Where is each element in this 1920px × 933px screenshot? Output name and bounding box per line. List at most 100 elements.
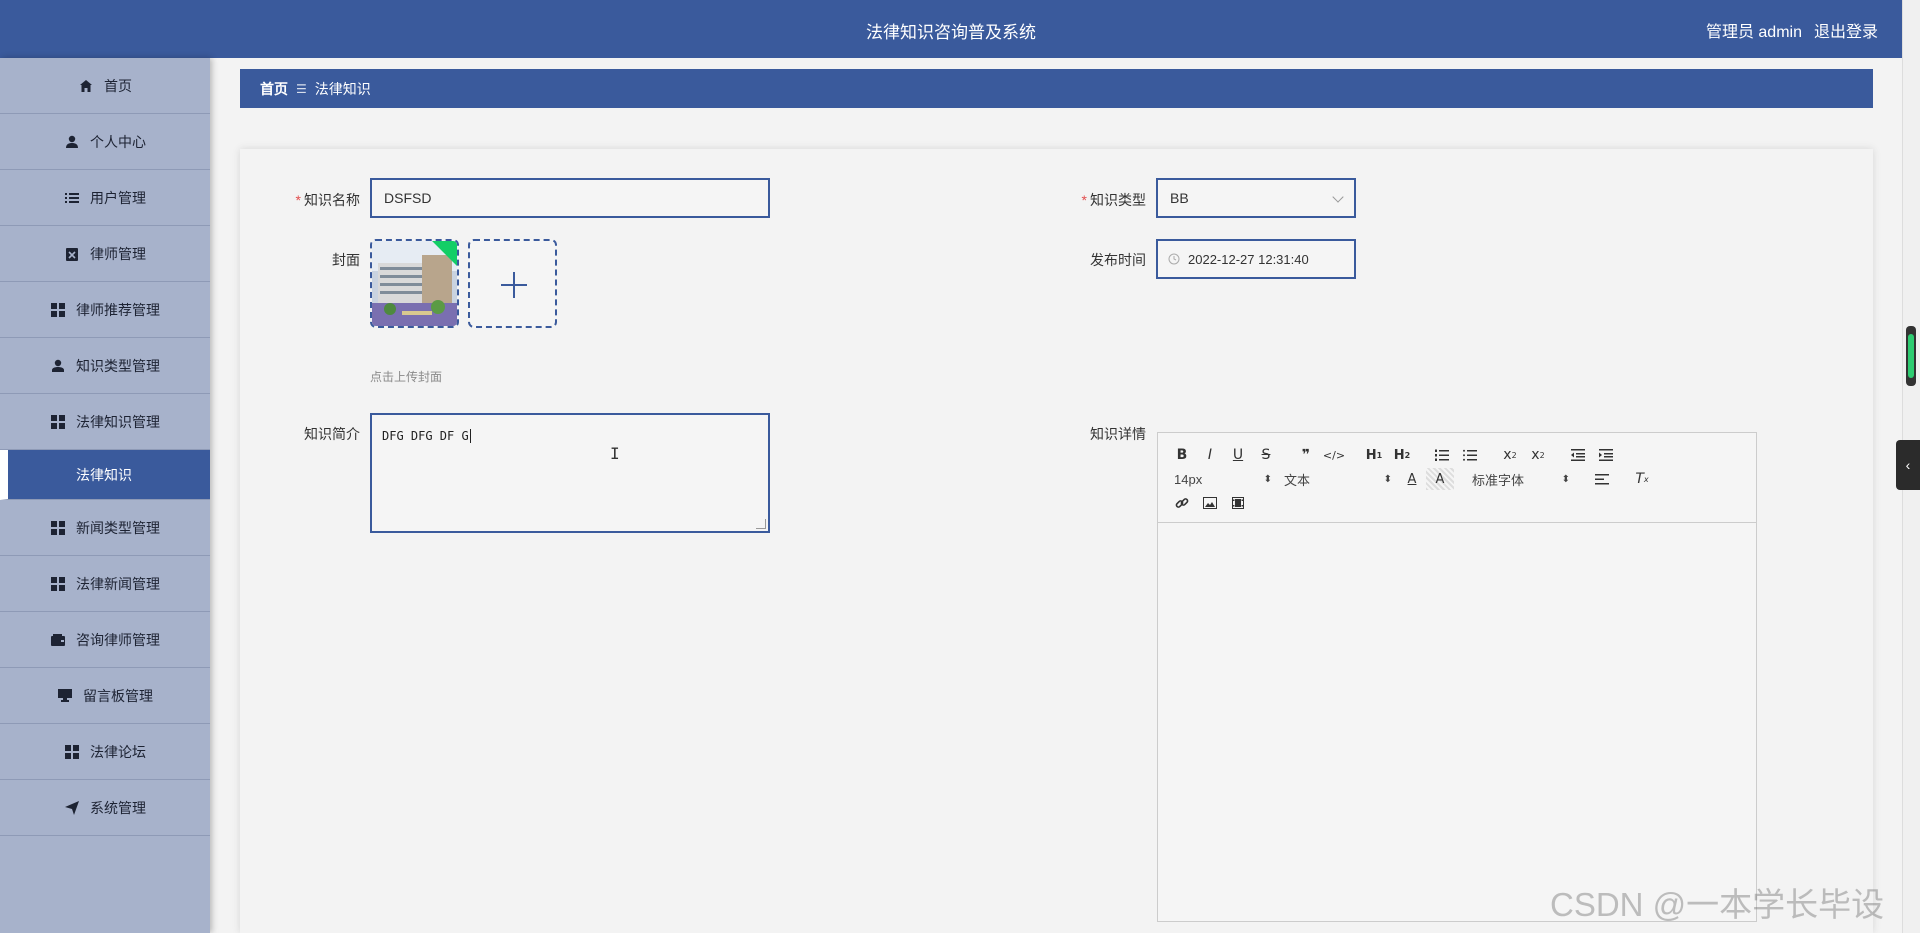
breadcrumb-home[interactable]: 首页 (260, 79, 288, 99)
editor-content-area[interactable] (1158, 523, 1756, 921)
code-block-icon[interactable]: </> (1320, 444, 1348, 466)
sidebar-item-law-knowledge[interactable]: 法律知识 (0, 450, 210, 500)
select-arrows-icon: ⬍ (1263, 473, 1272, 485)
sidebar-item-law-forum[interactable]: 法律论坛 (0, 724, 210, 780)
type-label: * 知识类型 (1081, 192, 1146, 208)
watermark: CSDN @一本学长毕设 (1550, 886, 1885, 923)
font-size-select[interactable]: 14px ⬍ (1168, 472, 1278, 487)
current-user: 管理员 admin (1705, 24, 1802, 41)
knowledge-name-input[interactable]: DSFSD (370, 178, 770, 218)
sidebar-item-profile[interactable]: 个人中心 (0, 114, 210, 170)
grid-icon (50, 520, 66, 536)
sidebar-item-label: 新闻类型管理 (76, 519, 160, 536)
user-area: 管理员 admin 退出登录 (1706, 18, 1878, 42)
sidebar-item-label: 法律新闻管理 (76, 575, 160, 592)
clock-icon (1168, 253, 1180, 265)
cover-upload-button[interactable] (468, 239, 557, 328)
video-icon[interactable] (1224, 492, 1252, 514)
cover-thumbnail[interactable] (370, 239, 459, 328)
breadcrumb-separator-icon: ☰ (296, 81, 307, 96)
breadcrumb: 首页 ☰ 法律知识 (240, 69, 1873, 108)
user-tie-icon (50, 358, 66, 374)
required-marker: * (1081, 192, 1087, 208)
name-label: * 知识名称 (295, 192, 360, 208)
image-icon[interactable] (1196, 492, 1224, 514)
sidebar-item-label: 咨询律师管理 (76, 631, 160, 648)
top-bar: 法律知识咨询普及系统 管理员 admin 退出登录 (0, 0, 1902, 58)
sidebar-item-news-type[interactable]: 新闻类型管理 (0, 500, 210, 556)
sidebar-item-label: 律师管理 (90, 245, 146, 262)
superscript-icon[interactable]: x2 (1524, 444, 1552, 466)
knowledge-type-select[interactable]: BB (1156, 178, 1356, 218)
knowledge-intro-textarea[interactable]: DFG DFG DF G (370, 413, 770, 533)
detail-label: 知识详情 (1090, 426, 1146, 442)
link-icon[interactable] (1168, 492, 1196, 514)
sidebar-item-users[interactable]: 用户管理 (0, 170, 210, 226)
sidebar-item-message-board[interactable]: 留言板管理 (0, 668, 210, 724)
sidebar-item-label: 首页 (104, 77, 132, 94)
rich-text-editor: B I U S ❞ </> H1 H2 x2 x2 14px ⬍ 文本 ⬍ A A (1157, 432, 1757, 922)
intro-label: 知识简介 (304, 426, 360, 442)
publish-label: 发布时间 (1090, 252, 1146, 268)
sidebar-item-label: 法律知识 (76, 466, 132, 483)
sidebar-item-home[interactable]: 首页 (0, 58, 210, 114)
sidebar-item-label: 法律论坛 (90, 743, 146, 760)
chevron-left-icon: ‹ (1905, 457, 1911, 473)
background-color-icon[interactable]: A (1426, 468, 1454, 490)
heading-1-icon[interactable]: H1 (1360, 444, 1388, 466)
align-icon[interactable] (1588, 468, 1616, 490)
strikethrough-icon[interactable]: S (1252, 444, 1280, 466)
font-color-icon[interactable]: A (1398, 468, 1426, 490)
clear-format-icon[interactable]: Tx (1628, 468, 1656, 490)
sidebar-item-law-news[interactable]: 法律新闻管理 (0, 556, 210, 612)
sidebar-item-label: 系统管理 (90, 799, 146, 816)
sidebar-item-label: 用户管理 (90, 189, 146, 206)
sidebar-item-label: 个人中心 (90, 133, 146, 150)
resize-handle[interactable] (756, 519, 766, 529)
cover-label: 封面 (332, 252, 360, 268)
sidebar-item-knowledge-type[interactable]: 知识类型管理 (0, 338, 210, 394)
wallet-icon (50, 632, 66, 648)
grid-icon (50, 414, 66, 430)
paragraph-select[interactable]: 文本 ⬍ (1278, 470, 1398, 489)
chevron-down-icon (1332, 191, 1344, 203)
logout-link[interactable]: 退出登录 (1814, 18, 1878, 42)
indent-icon[interactable] (1592, 444, 1620, 466)
ordered-list-icon[interactable] (1428, 444, 1456, 466)
blockquote-icon[interactable]: ❞ (1292, 444, 1320, 466)
heading-2-icon[interactable]: H2 (1388, 444, 1416, 466)
grid-icon (64, 744, 80, 760)
subscript-icon[interactable]: x2 (1496, 444, 1524, 466)
required-marker: * (295, 192, 301, 208)
editor-toolbar: B I U S ❞ </> H1 H2 x2 x2 14px ⬍ 文本 ⬍ A A (1158, 433, 1756, 523)
publish-time-input[interactable]: 2022-12-27 12:31:40 (1156, 239, 1356, 279)
sidebar: 首页 个人中心 用户管理 律师管理 律师推荐管理 知识类型管理 法律知识管理 法… (0, 58, 210, 933)
sidebar-item-system[interactable]: 系统管理 (0, 780, 210, 836)
bullet-list-icon[interactable] (1456, 444, 1484, 466)
send-icon (64, 800, 80, 816)
monitor-icon (57, 688, 73, 704)
sidebar-item-label: 法律知识管理 (76, 413, 160, 430)
underline-icon[interactable]: U (1224, 444, 1252, 466)
outdent-icon[interactable] (1564, 444, 1592, 466)
sidebar-item-law-knowledge-manage[interactable]: 法律知识管理 (0, 394, 210, 450)
side-panel-toggle[interactable]: ‹ (1896, 440, 1920, 490)
font-family-select[interactable]: 标准字体 ⬍ (1466, 470, 1576, 489)
home-icon (78, 78, 94, 94)
sidebar-item-lawyer-recommend[interactable]: 律师推荐管理 (0, 282, 210, 338)
bold-icon[interactable]: B (1168, 444, 1196, 466)
sidebar-item-consult-lawyer[interactable]: 咨询律师管理 (0, 612, 210, 668)
italic-icon[interactable]: I (1196, 444, 1224, 466)
clipboard-icon (64, 246, 80, 262)
grid-icon (50, 576, 66, 592)
select-arrows-icon: ⬍ (1561, 473, 1570, 485)
grid-icon (50, 302, 66, 318)
sidebar-item-lawyers[interactable]: 律师管理 (0, 226, 210, 282)
list-icon (64, 190, 80, 206)
select-arrows-icon: ⬍ (1383, 473, 1392, 485)
app-title: 法律知识咨询普及系统 (866, 23, 1036, 42)
sidebar-item-label: 知识类型管理 (76, 357, 160, 374)
sidebar-item-label: 律师推荐管理 (76, 301, 160, 318)
upload-hint: 点击上传封面 (370, 370, 443, 384)
user-icon (64, 134, 80, 150)
